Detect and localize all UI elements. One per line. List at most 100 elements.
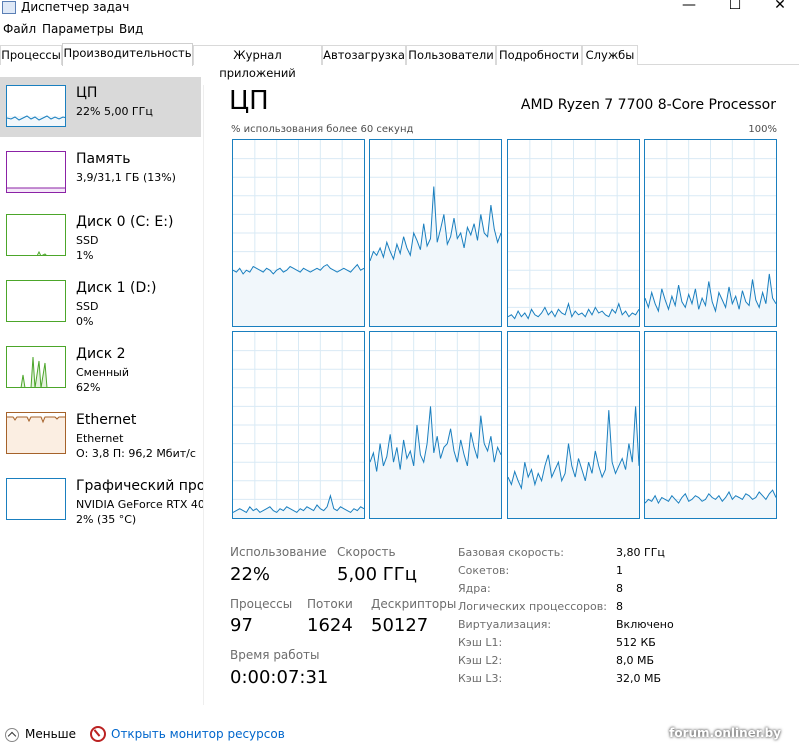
panel-divider: [203, 85, 204, 705]
sidebar-item-label: Память: [76, 151, 131, 167]
sidebar-item-label: Графический процессор 0: [76, 478, 203, 494]
spec-value: 8: [616, 582, 623, 595]
disk0-thumbnail: [6, 214, 66, 256]
core-graph-svg: [370, 140, 501, 326]
usage-value: 22%: [230, 564, 271, 585]
sidebar-item-usage: О: 3,8 П: 96,2 Мбит/с: [76, 447, 196, 460]
core-graph-2: [507, 139, 640, 327]
open-resource-monitor-link[interactable]: Открыть монитор ресурсов: [111, 727, 285, 741]
menu-bar: Файл Параметры Вид: [0, 19, 799, 41]
spec-label: Сокетов:: [458, 564, 510, 577]
chevron-up-icon[interactable]: [5, 728, 19, 742]
sidebar-item-detail: Сменный: [76, 366, 129, 379]
tab-performance[interactable]: Производительность: [62, 43, 193, 66]
spec-value: 3,80 ГГц: [616, 546, 665, 559]
sidebar-item-label: Диск 2: [76, 346, 126, 362]
spec-value: Включено: [616, 618, 674, 631]
sidebar-item-gpu[interactable]: Графический процессор 0 NVIDIA GeForce R…: [0, 470, 203, 530]
sidebar-item-usage: 2% (35 °C): [76, 513, 137, 526]
spec-value: 512 КБ: [616, 636, 656, 649]
processor-name: AMD Ryzen 7 7700 8-Core Processor: [520, 97, 776, 113]
spec-label: Кэш L3:: [458, 672, 503, 685]
spec-label: Виртуализация:: [458, 618, 552, 631]
tab-users[interactable]: Пользователи: [406, 45, 496, 65]
tab-services[interactable]: Службы: [582, 45, 638, 65]
menu-file[interactable]: Файл: [3, 22, 36, 36]
usage-label: Использование: [230, 545, 327, 559]
core-graph-3: [644, 139, 777, 327]
spec-label: Кэш L1:: [458, 636, 503, 649]
menu-options[interactable]: Параметры: [42, 22, 114, 36]
processes-value: 97: [230, 615, 253, 636]
threads-label: Потоки: [307, 597, 353, 611]
sidebar-item-usage: 0%: [76, 315, 94, 328]
resource-monitor-icon[interactable]: [90, 726, 106, 742]
core-graph-0: [232, 139, 365, 327]
uptime-value: 0:00:07:31: [230, 667, 329, 688]
sidebar-item-disk2[interactable]: Диск 2 Сменный 62%: [0, 338, 201, 398]
sidebar-item-disk0[interactable]: Диск 0 (C: E:) SSD 1%: [0, 206, 201, 266]
page-title: ЦП: [229, 86, 269, 116]
spec-label: Базовая скорость:: [458, 546, 564, 559]
fewer-details-button[interactable]: Меньше: [25, 727, 76, 741]
sidebar-item-label: Ethernet: [76, 412, 137, 428]
footer: Меньше Открыть монитор ресурсов forum.on…: [0, 718, 799, 755]
utilization-label: % использования более 60 секунд: [231, 124, 414, 135]
core-graph-7: [644, 331, 777, 519]
core-graph-svg: [233, 140, 364, 326]
title-bar: Диспетчер задач — ☐ ✕: [0, 0, 799, 18]
tab-processes[interactable]: Процессы: [0, 45, 62, 65]
core-graph-svg: [508, 332, 639, 518]
watermark: forum.onliner.by: [669, 726, 781, 740]
core-graph-svg: [645, 332, 776, 518]
cpu-thumbnail: [6, 85, 66, 127]
disk2-thumbnail: [6, 346, 66, 388]
task-manager-icon: [2, 1, 16, 14]
spec-label: Ядра:: [458, 582, 491, 595]
spec-label: Кэш L2:: [458, 654, 503, 667]
window-title: Диспетчер задач: [21, 0, 130, 14]
core-graph-svg: [370, 332, 501, 518]
menu-view[interactable]: Вид: [119, 22, 143, 36]
sidebar-item-cpu[interactable]: ЦП 22% 5,00 ГГц: [0, 77, 201, 137]
spec-value: 8,0 МБ: [616, 654, 655, 667]
sidebar-item-detail: SSD: [76, 234, 99, 247]
spec-value: 8: [616, 600, 623, 613]
sidebar-item-disk1[interactable]: Диск 1 (D:) SSD 0%: [0, 272, 201, 332]
sidebar-item-usage: 1%: [76, 249, 94, 262]
core-graph-svg: [645, 140, 776, 326]
tab-startup[interactable]: Автозагрузка: [322, 45, 406, 65]
sidebar-item-detail: Ethernet: [76, 432, 124, 445]
sidebar-item-usage: 62%: [76, 381, 101, 394]
sidebar-item-memory[interactable]: Память 3,9/31,1 ГБ (13%): [0, 143, 201, 203]
sidebar-item-detail: NVIDIA GeForce RTX 4070: [76, 498, 203, 511]
sidebar: ЦП 22% 5,00 ГГц Память 3,9/31,1 ГБ (13%)…: [0, 77, 203, 697]
core-graph-5: [369, 331, 502, 519]
sidebar-item-detail: SSD: [76, 300, 99, 313]
sidebar-item-ethernet[interactable]: Ethernet Ethernet О: 3,8 П: 96,2 Мбит/с: [0, 404, 201, 464]
close-button[interactable]: ✕: [757, 0, 799, 16]
speed-label: Скорость: [337, 545, 396, 559]
processes-label: Процессы: [230, 597, 293, 611]
tab-bar: Процессы Производительность Журнал прило…: [0, 43, 799, 80]
core-graph-1: [369, 139, 502, 327]
core-graph-6: [507, 331, 640, 519]
sidebar-item-detail: 3,9/31,1 ГБ (13%): [76, 171, 176, 184]
sidebar-item-label: Диск 0 (C: E:): [76, 214, 174, 230]
disk1-thumbnail: [6, 280, 66, 322]
spec-value: 1: [616, 564, 623, 577]
utilization-max: 100%: [748, 124, 777, 135]
sidebar-item-label: Диск 1 (D:): [76, 280, 157, 296]
maximize-button[interactable]: ☐: [712, 0, 758, 16]
tab-details[interactable]: Подробности: [496, 45, 582, 65]
core-graph-svg: [233, 332, 364, 518]
spec-label: Логических процессоров:: [458, 600, 607, 613]
core-graph-svg: [508, 140, 639, 326]
ethernet-thumbnail: [6, 412, 66, 454]
spec-value: 32,0 МБ: [616, 672, 662, 685]
minimize-button[interactable]: —: [666, 0, 712, 16]
speed-value: 5,00 ГГц: [337, 564, 418, 585]
threads-value: 1624: [307, 615, 353, 636]
tab-app-history[interactable]: Журнал приложений: [193, 45, 322, 80]
handles-value: 50127: [371, 615, 429, 636]
